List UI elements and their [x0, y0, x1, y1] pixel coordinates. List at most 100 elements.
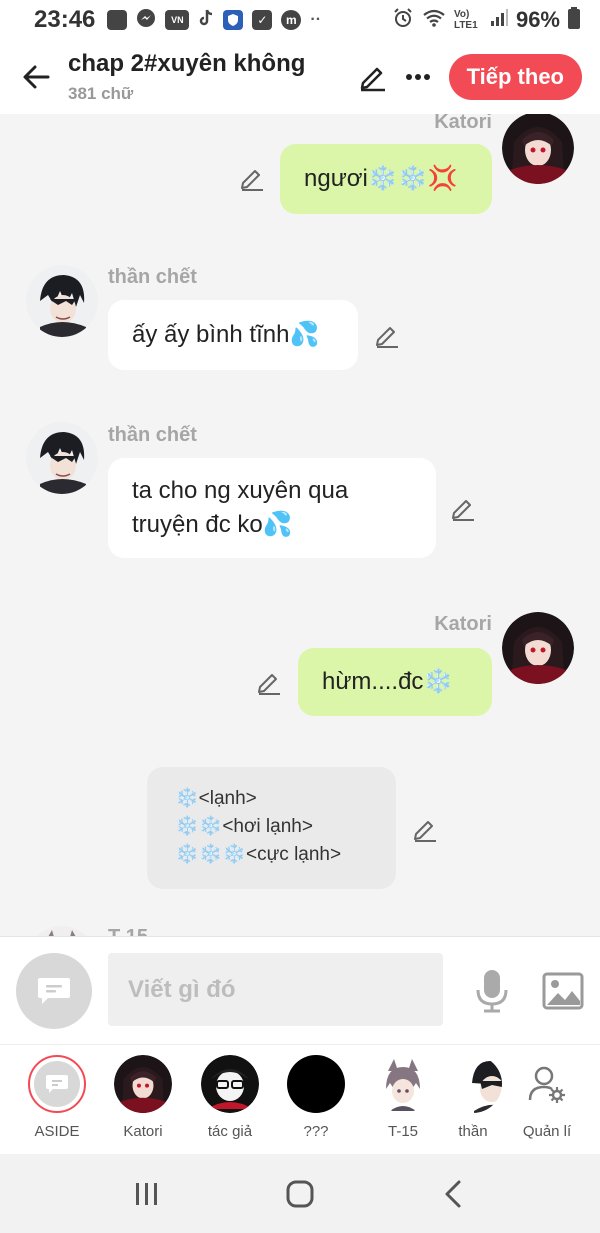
character-label: tác giả	[207, 1123, 253, 1140]
edit-message-button[interactable]	[254, 667, 284, 697]
messenger-icon	[136, 8, 156, 33]
avatar-than-chet[interactable]	[26, 265, 98, 337]
battery-percent: 96%	[515, 7, 560, 32]
message-bubble[interactable]: ta cho ng xuyên qua truyện đc ko💦	[108, 458, 436, 558]
pencil-icon	[360, 67, 385, 92]
home-button[interactable]	[270, 1169, 330, 1219]
back-button[interactable]	[18, 59, 54, 95]
message-bubble[interactable]: ngươi❄️❄️💢	[280, 144, 492, 214]
sender-name: thần chết	[108, 266, 197, 288]
checkbox-app-icon: ✓	[252, 10, 273, 30]
chapter-header: chap 2#xuyên không 381 chữ Tiếp theo	[0, 40, 600, 114]
chevron-left-icon	[445, 1180, 461, 1207]
arrow-left-icon	[23, 65, 50, 89]
pencil-icon	[376, 327, 398, 348]
status-time: 23:46	[34, 6, 96, 33]
character-label: ???	[303, 1123, 329, 1140]
voice-button[interactable]	[474, 967, 510, 1015]
home-icon	[286, 1180, 314, 1207]
edit-message-button[interactable]	[410, 814, 440, 844]
avatar-katori[interactable]	[502, 114, 574, 184]
title-block: chap 2#xuyên không 381 chữ	[68, 50, 305, 104]
notification-icons: VN ✓ m ··	[107, 8, 321, 33]
character-aside[interactable]: ASIDE	[17, 1055, 97, 1140]
message-input[interactable]	[108, 953, 443, 1026]
character-label: ASIDE	[34, 1123, 80, 1140]
microphone-icon	[476, 970, 508, 1013]
manage-characters-button[interactable]: Quản lí	[507, 1055, 587, 1140]
image-upload-button[interactable]	[542, 971, 584, 1011]
status-bar: 23:46 VN ✓ m ·· Vo) LTE1 96%	[0, 0, 600, 40]
composer-bar	[0, 936, 600, 1044]
message-line: truyện đc ko💦	[132, 511, 293, 538]
battery-icon	[568, 6, 580, 34]
alarm-icon	[392, 7, 414, 34]
unknown-avatar	[287, 1055, 345, 1113]
character-label: Katori	[123, 1123, 163, 1140]
sender-name: Katori	[434, 613, 492, 635]
more-icon	[405, 74, 430, 80]
image-icon	[542, 972, 584, 1010]
pencil-icon	[258, 674, 280, 695]
edit-message-button[interactable]	[448, 493, 478, 523]
back-nav-button[interactable]	[423, 1169, 483, 1219]
system-status: Vo) LTE1 96%	[392, 6, 580, 34]
sender-name: thần chết	[108, 424, 197, 446]
aside-bubble[interactable]: ❄️<lạnh> ❄️❄️<hơi lạnh> ❄️❄️❄️<cực lạnh>	[147, 767, 396, 889]
than-avatar	[444, 1055, 502, 1113]
character-selector: ASIDE Katori tác giả ??? T-15 thần Quản …	[0, 1044, 600, 1154]
chat-bubble-icon	[46, 1075, 68, 1093]
avatar-than-chet[interactable]	[26, 422, 98, 494]
signal-icon	[490, 8, 508, 32]
aside-avatar	[28, 1055, 86, 1113]
tac-gia-avatar	[201, 1055, 259, 1113]
word-count: 381 chữ	[68, 84, 134, 103]
aside-line: ❄️❄️<hơi lạnh>	[175, 816, 313, 837]
chapter-title[interactable]: chap 2#xuyên không	[68, 50, 305, 78]
shield-app-icon	[223, 10, 244, 30]
aside-toggle-button[interactable]	[16, 953, 92, 1029]
aside-avatar-inner	[34, 1061, 80, 1107]
pencil-icon	[414, 821, 436, 842]
edit-message-button[interactable]	[372, 320, 402, 350]
character-tac-gia[interactable]: tác giả	[190, 1055, 270, 1140]
message-line: ta cho ng xuyên qua	[132, 477, 349, 504]
manage-avatar	[518, 1055, 576, 1113]
avatar-t15[interactable]	[26, 926, 98, 936]
recent-apps-icon	[135, 1182, 157, 1205]
edit-chapter-button[interactable]	[355, 59, 391, 95]
edit-message-button[interactable]	[237, 163, 267, 193]
news-app-icon: VN	[165, 10, 190, 30]
network-type: Vo) LTE1	[453, 9, 478, 31]
t15-avatar	[374, 1055, 432, 1113]
message-bubble[interactable]: hừm....đc❄️	[298, 648, 492, 716]
message-bubble[interactable]: ấy ấy bình tĩnh💦	[108, 300, 358, 370]
avatar-katori[interactable]	[502, 612, 574, 684]
chat-bubble-icon	[38, 978, 70, 1004]
character-unknown[interactable]: ???	[276, 1055, 356, 1140]
wifi-icon	[422, 8, 446, 33]
character-katori[interactable]: Katori	[103, 1055, 183, 1140]
next-chapter-button[interactable]: Tiếp theo	[448, 54, 582, 100]
character-label: Quản lí	[522, 1123, 572, 1140]
m-app-icon: m	[281, 10, 302, 30]
recent-apps-button[interactable]	[117, 1169, 177, 1219]
character-label: thần	[458, 1123, 488, 1140]
aside-line: ❄️❄️❄️<cực lạnh>	[175, 844, 342, 865]
system-nav-bar	[0, 1154, 600, 1233]
header-actions: Tiếp theo	[355, 54, 582, 100]
user-settings-icon	[528, 1066, 565, 1103]
more-options-button[interactable]	[403, 59, 433, 95]
chat-area[interactable]: Katori ngươi❄️❄️💢 thần chết ấy ấy bình t…	[0, 114, 600, 936]
character-t15[interactable]: T-15	[363, 1055, 443, 1140]
sender-name: Katori	[434, 114, 492, 133]
sender-name: T-15	[108, 926, 148, 936]
character-label: T-15	[387, 1123, 418, 1140]
pencil-icon	[452, 500, 474, 521]
character-than[interactable]: thần	[433, 1055, 513, 1140]
more-notifications-icon: ··	[310, 11, 322, 28]
tiktok-icon	[198, 8, 214, 33]
katori-avatar	[114, 1055, 172, 1113]
shopping-bag-icon	[107, 10, 128, 30]
aside-line: ❄️<lạnh>	[175, 788, 257, 809]
